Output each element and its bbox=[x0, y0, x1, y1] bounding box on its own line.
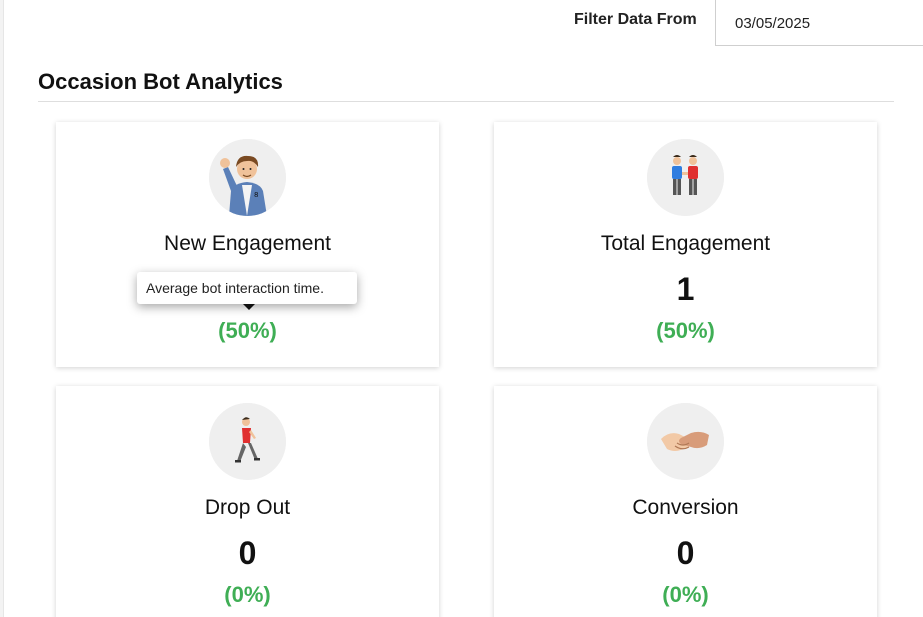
card-value: 0 bbox=[676, 535, 695, 571]
svg-text:8: 8 bbox=[254, 191, 258, 199]
card-value: 1 bbox=[676, 271, 695, 307]
info-tooltip: Average bot interaction time. bbox=[137, 272, 357, 310]
card-label: Total Engagement bbox=[600, 232, 771, 255]
tooltip-arrow bbox=[243, 304, 255, 310]
card-label: New Engagement bbox=[164, 232, 331, 255]
walking-person-icon bbox=[209, 403, 286, 480]
analytics-page: Filter Data From Occasion Bot Analytics … bbox=[0, 0, 923, 617]
conversion-card: Conversion 0 (0%) bbox=[494, 386, 877, 617]
card-label: Conversion bbox=[632, 496, 739, 519]
tooltip-text: Average bot interaction time. bbox=[146, 280, 324, 296]
waving-man-icon: 8 bbox=[209, 139, 286, 216]
new-engagement-card: 8 New Engagement 1 (50%) bbox=[56, 122, 439, 367]
handshake-icon bbox=[647, 403, 724, 480]
filter-label: Filter Data From bbox=[574, 11, 697, 28]
card-percent: (50%) bbox=[656, 318, 715, 343]
left-sidebar-edge bbox=[0, 0, 4, 617]
two-people-icon bbox=[647, 139, 724, 216]
filter-date-input[interactable] bbox=[715, 0, 923, 46]
card-percent: (0%) bbox=[224, 582, 271, 607]
card-percent: (50%) bbox=[218, 318, 277, 343]
title-divider bbox=[38, 101, 894, 102]
section-title: Occasion Bot Analytics bbox=[38, 69, 283, 94]
total-engagement-card: Total Engagement 1 (50%) bbox=[494, 122, 877, 367]
card-value: 0 bbox=[238, 535, 257, 571]
card-label: Drop Out bbox=[204, 496, 291, 519]
card-percent: (0%) bbox=[662, 582, 709, 607]
drop-out-card: Drop Out 0 (0%) bbox=[56, 386, 439, 617]
